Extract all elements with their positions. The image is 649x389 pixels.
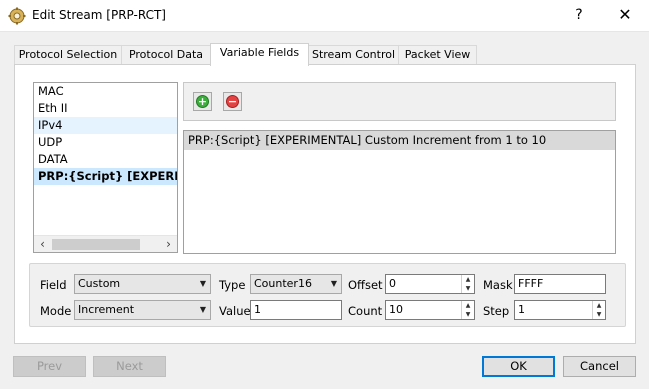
mode-combobox[interactable]: Increment ▼ — [74, 300, 211, 320]
mode-label: Mode — [40, 304, 72, 318]
value-label: Value — [219, 304, 251, 318]
remove-circle-icon: − — [226, 95, 239, 108]
count-label: Count — [348, 304, 383, 318]
horizontal-scrollbar[interactable]: ‹ › — [34, 235, 177, 252]
step-label: Step — [483, 304, 510, 318]
variable-fields-list[interactable]: PRP:{Script} [EXPERIMENTAL] Custom Incre… — [183, 130, 616, 254]
spin-down-icon[interactable]: ▼ — [462, 310, 474, 319]
step-spinbox[interactable]: 1 ▲ ▼ — [514, 300, 606, 320]
mask-label: Mask — [483, 278, 513, 292]
close-icon: ✕ — [618, 5, 632, 24]
prev-button[interactable]: Prev — [13, 356, 86, 377]
spin-down-icon[interactable]: ▼ — [593, 310, 605, 319]
spin-down-icon[interactable]: ▼ — [462, 284, 474, 293]
add-field-button[interactable]: + — [193, 92, 212, 111]
remove-field-button[interactable]: − — [223, 92, 242, 111]
dropdown-arrow-icon: ▼ — [330, 279, 337, 288]
list-item-ipv4[interactable]: IPv4 — [34, 117, 177, 134]
spin-up-icon[interactable]: ▲ — [593, 301, 605, 310]
variable-fields-panel: MAC Eth II IPv4 UDP DATA PRP:{Script} [E… — [14, 64, 636, 344]
help-button[interactable]: ? — [556, 0, 602, 31]
count-spinbox[interactable]: 10 ▲ ▼ — [385, 300, 475, 320]
field-editor-group: Field Custom ▼ Type Counter16 ▼ Offset 0… — [29, 263, 626, 327]
tab-protocol-selection[interactable]: Protocol Selection — [14, 45, 122, 65]
cancel-button[interactable]: Cancel — [563, 356, 636, 377]
add-circle-icon: + — [196, 95, 209, 108]
help-icon: ? — [575, 7, 583, 23]
tab-protocol-data[interactable]: Protocol Data — [121, 45, 211, 65]
type-label: Type — [219, 278, 246, 292]
scroll-right-icon[interactable]: › — [160, 236, 177, 252]
gear-app-icon — [8, 7, 26, 25]
value-input[interactable]: 1 — [250, 300, 342, 320]
mask-input[interactable]: FFFF — [514, 274, 606, 294]
field-combobox[interactable]: Custom ▼ — [74, 274, 211, 294]
list-item-udp[interactable]: UDP — [34, 134, 177, 151]
ok-button[interactable]: OK — [482, 356, 555, 377]
list-item-mac[interactable]: MAC — [34, 83, 177, 100]
spin-up-icon[interactable]: ▲ — [462, 301, 474, 310]
field-label: Field — [40, 278, 67, 292]
type-combobox[interactable]: Counter16 ▼ — [250, 274, 342, 294]
dropdown-arrow-icon: ▼ — [199, 279, 206, 288]
list-item-variable-field[interactable]: PRP:{Script} [EXPERIMENTAL] Custom Incre… — [184, 131, 615, 150]
list-item-prp-script[interactable]: PRP:{Script} [EXPERIMENTAL] — [34, 168, 177, 185]
offset-label: Offset — [348, 278, 383, 292]
tab-variable-fields[interactable]: Variable Fields — [210, 43, 309, 66]
protocol-list[interactable]: MAC Eth II IPv4 UDP DATA PRP:{Script} [E… — [33, 82, 178, 253]
tab-packet-view[interactable]: Packet View — [398, 45, 477, 65]
next-button[interactable]: Next — [93, 356, 166, 377]
list-item-eth2[interactable]: Eth II — [34, 100, 177, 117]
offset-spinbox[interactable]: 0 ▲ ▼ — [385, 274, 475, 294]
window-title: Edit Stream [PRP-RCT] — [32, 8, 166, 22]
scroll-left-icon[interactable]: ‹ — [34, 236, 51, 252]
dropdown-arrow-icon: ▼ — [199, 305, 206, 314]
spin-up-icon[interactable]: ▲ — [462, 275, 474, 284]
list-item-data[interactable]: DATA — [34, 151, 177, 168]
tab-stream-control[interactable]: Stream Control — [308, 45, 399, 65]
scrollbar-thumb[interactable] — [52, 239, 140, 250]
close-button[interactable]: ✕ — [602, 0, 648, 31]
title-bar: Edit Stream [PRP-RCT] ? ✕ — [0, 0, 649, 32]
variable-fields-toolbar: + − — [183, 82, 616, 121]
